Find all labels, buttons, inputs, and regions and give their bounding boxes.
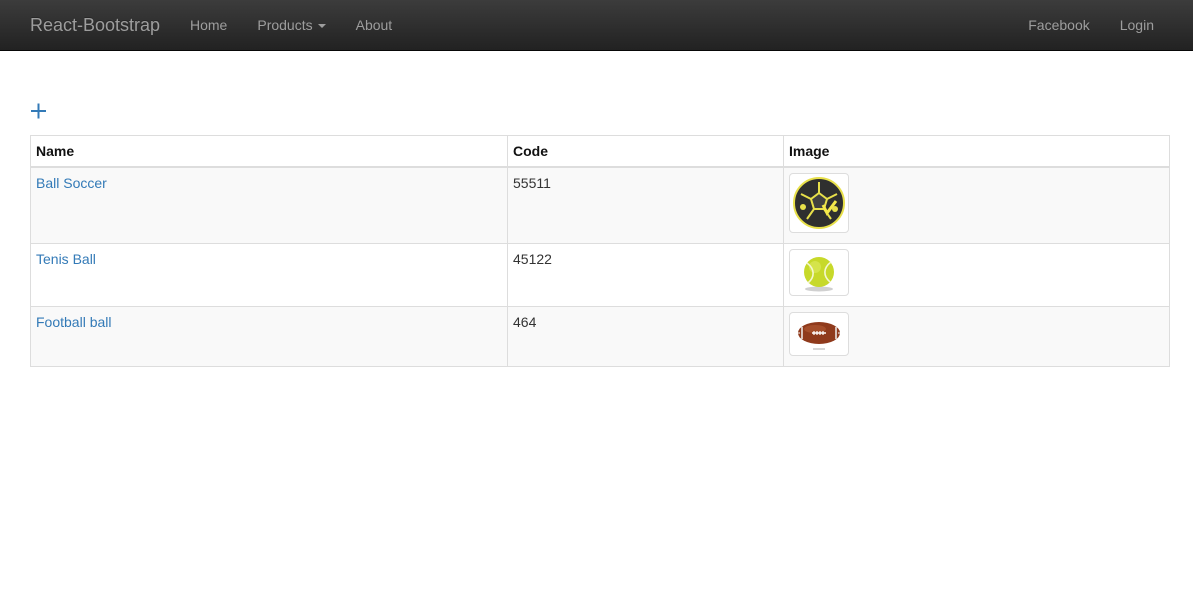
nav-item-about[interactable]: About: [341, 0, 408, 51]
product-name-link[interactable]: Ball Soccer: [36, 175, 107, 191]
navbar-brand[interactable]: React-Bootstrap: [30, 0, 160, 51]
product-image-cell: [783, 166, 1170, 244]
product-thumbnail[interactable]: [789, 173, 849, 233]
table-row: Football ball 464: [30, 306, 1170, 367]
nav-item-products-label: Products: [257, 17, 313, 33]
product-image-cell: [783, 243, 1170, 307]
product-name-link[interactable]: Football ball: [36, 314, 112, 330]
column-header-name: Name: [30, 135, 508, 168]
nav-item-login[interactable]: Login: [1105, 0, 1169, 51]
tennis-ball-icon: [804, 257, 834, 292]
column-header-code: Code: [507, 135, 784, 168]
plus-icon: [31, 103, 46, 119]
top-navbar: React-Bootstrap Home Products About Face…: [0, 0, 1193, 51]
table-row: Ball Soccer 55511: [30, 166, 1170, 244]
caret-down-icon: [317, 24, 326, 29]
table-row: Tenis Ball 45122: [30, 243, 1170, 307]
products-table: Name Code Image Ball Soccer 55511 Tenis …: [30, 135, 1170, 367]
product-name-link[interactable]: Tenis Ball: [36, 251, 96, 267]
navbar-right-menu: Facebook Login: [1013, 0, 1169, 51]
product-name-cell: Football ball: [30, 306, 508, 367]
product-code-cell: 55511: [507, 166, 784, 244]
add-product-button[interactable]: [28, 97, 50, 123]
product-image-cell: [783, 306, 1170, 367]
table-header-row: Name Code Image: [30, 135, 1170, 168]
nav-item-home[interactable]: Home: [175, 0, 242, 51]
american-football-icon: [798, 322, 840, 350]
product-code-cell: 464: [507, 306, 784, 367]
product-thumbnail[interactable]: [789, 249, 849, 296]
product-thumbnail[interactable]: [789, 312, 849, 356]
column-header-image: Image: [783, 135, 1170, 168]
soccer-ball-icon: [793, 177, 845, 229]
product-name-cell: Ball Soccer: [30, 166, 508, 244]
product-code-cell: 45122: [507, 243, 784, 307]
nav-item-products-dropdown[interactable]: Products: [242, 0, 340, 51]
product-name-cell: Tenis Ball: [30, 243, 508, 307]
nav-item-facebook[interactable]: Facebook: [1013, 0, 1104, 51]
navbar-left-menu: Home Products About: [175, 0, 407, 51]
